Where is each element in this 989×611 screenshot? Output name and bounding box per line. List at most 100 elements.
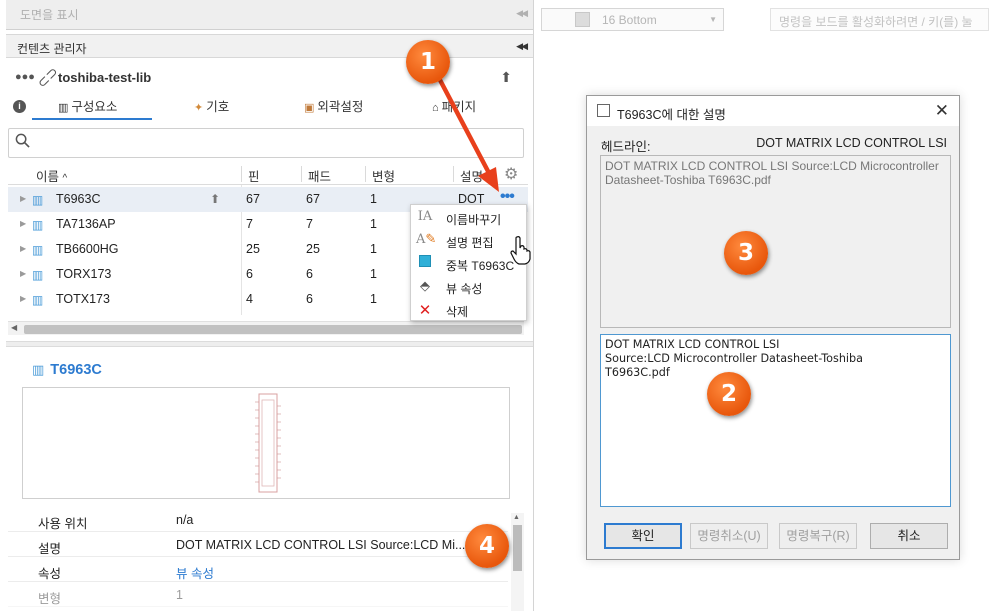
property-row: 사용 위치 n/a xyxy=(8,507,508,532)
column-separator[interactable] xyxy=(301,166,302,182)
menu-item-view-properties[interactable]: ⬘ 뷰 속성 xyxy=(411,275,526,298)
headline-value: DOT MATRIX LCD CONTROL LSI xyxy=(756,136,947,150)
tag-icon: ⬘ xyxy=(420,278,430,293)
vertical-scrollbar[interactable]: ▲ xyxy=(511,513,524,611)
description-dialog: T6963C에 대한 설명 ✕ 헤드라인: DOT MATRIX LCD CON… xyxy=(586,95,960,560)
content-manager-header: 컨텐츠 관리자 ◀◀ xyxy=(6,34,533,58)
row-pads: 67 xyxy=(306,192,320,206)
row-variants: 1 xyxy=(370,292,377,306)
library-name[interactable]: toshiba-test-lib xyxy=(58,70,151,85)
expand-arrow-icon[interactable]: ▶ xyxy=(20,269,26,278)
component-icon: ▥ xyxy=(32,218,44,232)
command-input[interactable]: 명령을 보드를 활성화하려면 / 키(를) 눌 xyxy=(770,8,989,31)
command-hint: 명령을 보드를 활성화하려면 / 키(를) 눌 xyxy=(779,15,973,29)
property-value: n/a xyxy=(176,513,194,527)
component-icon: ▥ xyxy=(58,102,69,114)
tab-components[interactable]: ▥ 구성요소 xyxy=(32,96,152,120)
edit-description-icon: A✎ xyxy=(416,232,437,247)
collapse-panel-icon[interactable]: ◀◀ xyxy=(516,41,528,52)
hand-cursor-icon xyxy=(510,236,531,265)
upload-icon[interactable]: ⬆ xyxy=(210,192,220,206)
column-pins[interactable]: 핀 xyxy=(248,166,260,185)
menu-item-duplicate[interactable]: 중복 T6963C xyxy=(411,252,526,275)
expand-arrow-icon[interactable]: ▶ xyxy=(20,244,26,253)
undo-button[interactable]: 명령취소(U) xyxy=(690,523,768,549)
expand-arrow-icon[interactable]: ▶ xyxy=(20,294,26,303)
menu-item-edit-description[interactable]: A✎ 설명 편집 xyxy=(411,229,526,252)
menu-item-rename[interactable]: IA 이름바꾸기 xyxy=(411,206,526,229)
preview-title: ▥ T6963C xyxy=(32,362,102,378)
description-edit-field[interactable]: DOT MATRIX LCD CONTROL LSI Source:LCD Mi… xyxy=(600,334,951,507)
search-input[interactable] xyxy=(8,128,524,158)
horizontal-scrollbar[interactable]: ◀ xyxy=(8,321,524,335)
row-name: TB6600HG xyxy=(56,242,119,256)
description-preview: DOT MATRIX LCD CONTROL LSI Source:LCD Mi… xyxy=(600,155,951,328)
info-icon[interactable]: i xyxy=(13,100,26,113)
scrollbar-thumb[interactable] xyxy=(24,325,522,334)
search-icon xyxy=(15,133,30,148)
menu-item-label: 설명 편집 xyxy=(446,236,494,250)
layer-select[interactable]: 16 Bottom ▼ xyxy=(541,8,724,31)
tab-bar: i ▥ 구성요소 ✦ 기호 ▣ 외곽설정 ⌂ 패키지 xyxy=(6,96,533,122)
row-name: T6963C xyxy=(56,192,101,206)
column-pads[interactable]: 패드 xyxy=(308,166,331,185)
layer-select-value: 16 Bottom xyxy=(602,13,657,27)
settings-gear-icon[interactable]: ⚙ xyxy=(504,164,518,184)
symbol-icon: ✦ xyxy=(194,102,204,114)
expand-arrow-icon[interactable]: ▶ xyxy=(20,194,26,203)
property-key: 사용 위치 xyxy=(38,517,88,531)
cancel-button[interactable]: 취소 xyxy=(870,523,948,549)
menu-item-label: 삭제 xyxy=(446,305,469,319)
expand-arrow-icon[interactable]: ▶ xyxy=(20,219,26,228)
preview-title-text: T6963C xyxy=(50,362,102,378)
column-description[interactable]: 설명 xyxy=(460,166,483,185)
callout-1: 1 xyxy=(406,40,450,84)
rename-icon: IA xyxy=(417,209,433,224)
row-name: TORX173 xyxy=(56,267,112,281)
tab-footprints[interactable]: ▣ 외곽설정 xyxy=(304,96,363,120)
row-variants: 1 xyxy=(370,267,377,281)
dialog-titlebar: T6963C에 대한 설명 ✕ xyxy=(587,96,959,126)
collapse-icon[interactable]: ◀◀ xyxy=(516,8,528,19)
tab-packages[interactable]: ⌂ 패키지 xyxy=(432,96,476,120)
row-variants: 1 xyxy=(370,242,377,256)
content-manager-title: 컨텐츠 관리자 xyxy=(17,42,87,56)
column-separator[interactable] xyxy=(453,166,454,182)
row-pins: 6 xyxy=(246,267,253,281)
top-bar-title: 도면을 표시 xyxy=(20,8,79,22)
property-value: DOT MATRIX LCD CONTROL LSI Source:LCD Mi… xyxy=(176,538,466,552)
column-name[interactable]: 이름 ^ xyxy=(36,166,67,185)
window-icon xyxy=(597,104,610,117)
upload-icon[interactable]: ⬆ xyxy=(500,69,512,86)
scroll-up-icon[interactable]: ▲ xyxy=(513,514,520,521)
panel-splitter[interactable] xyxy=(6,341,533,347)
property-row: 속성 뷰 속성 xyxy=(8,557,508,582)
delete-icon: ✕ xyxy=(418,302,432,319)
view-properties-link[interactable]: 뷰 속성 xyxy=(176,563,214,582)
column-variants[interactable]: 변형 xyxy=(372,166,395,185)
component-preview xyxy=(22,387,510,499)
users-icon: ●●● xyxy=(15,71,35,83)
menu-item-label: 이름바꾸기 xyxy=(446,213,502,227)
callout-3: 3 xyxy=(724,231,768,275)
row-pads: 6 xyxy=(306,267,313,281)
row-name: TOTX173 xyxy=(56,292,110,306)
property-key: 속성 xyxy=(38,567,62,581)
menu-item-delete[interactable]: ✕ 삭제 xyxy=(411,298,526,321)
scroll-left-icon[interactable]: ◀ xyxy=(11,323,17,332)
redo-button[interactable]: 명령복구(R) xyxy=(779,523,857,549)
sort-asc-icon: ^ xyxy=(62,173,68,184)
tab-label: 구성요소 xyxy=(71,100,118,114)
chevron-down-icon: ▼ xyxy=(709,15,717,24)
column-separator[interactable] xyxy=(365,166,366,182)
component-icon: ▥ xyxy=(32,193,44,207)
footprint-icon: ▣ xyxy=(304,102,315,114)
property-key: 변형 xyxy=(38,592,62,606)
scrollbar-thumb[interactable] xyxy=(513,525,522,571)
close-icon[interactable]: ✕ xyxy=(935,101,949,121)
top-bar: 도면을 표시 ◀◀ xyxy=(6,0,533,30)
row-name: TA7136AP xyxy=(56,217,116,231)
tab-symbols[interactable]: ✦ 기호 xyxy=(194,96,229,120)
ok-button[interactable]: 확인 xyxy=(604,523,682,549)
column-separator[interactable] xyxy=(241,166,242,182)
